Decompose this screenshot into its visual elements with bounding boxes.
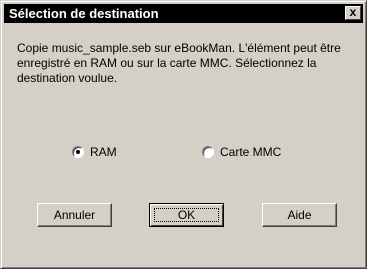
radio-mmc-circle[interactable] [202, 146, 214, 158]
radio-ram-circle[interactable] [72, 146, 84, 158]
cancel-button[interactable]: Annuler [37, 203, 112, 227]
dialog-title: Sélection de destination [9, 6, 159, 21]
close-icon: x [349, 5, 357, 19]
dialog-message: Copie music_sample.seb sur eBookMan. L'é… [17, 41, 341, 85]
destination-dialog: Sélection de destination x Copie music_s… [0, 0, 367, 269]
ok-button[interactable]: OK [149, 203, 224, 227]
focus-rectangle [154, 208, 219, 222]
title-bar[interactable]: Sélection de destination x [4, 4, 363, 23]
radio-ram-label[interactable]: RAM [90, 145, 117, 159]
help-button[interactable]: Aide [262, 203, 337, 227]
radio-selected-dot [76, 150, 80, 154]
radio-mmc-label[interactable]: Carte MMC [220, 145, 281, 159]
close-button[interactable]: x [345, 5, 361, 20]
